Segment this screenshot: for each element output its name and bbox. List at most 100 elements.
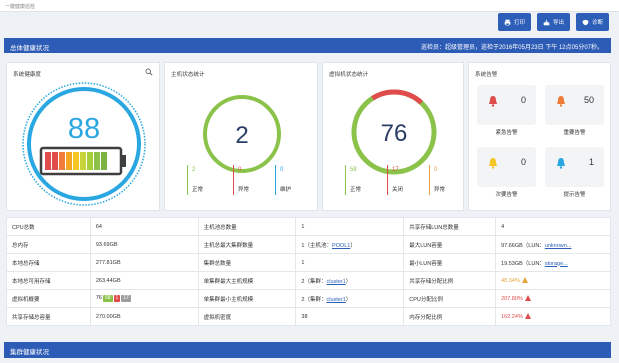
min-lun-cell: 19.53GB（LUN：storage... (495, 253, 611, 272)
max-cluster-cell: 1（主机池：POOL1） (295, 235, 405, 254)
host-stat-abnormal: 0 异常 (233, 165, 259, 195)
memory-ratio-label: 内存分配比例 (403, 307, 497, 326)
export-button[interactable]: 导出 (536, 13, 570, 31)
alarm-critical-label: 紧急告警 (495, 130, 518, 136)
system-health-card: 系统健康度 88 (6, 62, 160, 211)
max-host-scale-label: 单集群最大主机规模 (197, 271, 297, 290)
max-lun-cell: 97.66GB（LUN：unknown... (495, 235, 611, 254)
cluster-count-value: 1 (295, 253, 405, 272)
vm-stats-title: 虚拟机状态统计 (329, 72, 369, 78)
vm-stat-off: 17 关闭 (387, 165, 413, 195)
host-ring: 2 (203, 95, 281, 173)
shared-lun-count-value: 4 (495, 217, 611, 236)
shared-storage-total-label: 共享存储总容量 (6, 307, 91, 326)
cluster-count-label: 集群总数量 (197, 253, 297, 272)
alarm-major-label: 重要告警 (563, 130, 586, 136)
health-gauge: 88 (22, 82, 146, 206)
host-maint-label: 维护 (280, 187, 292, 193)
host-total: 2 (235, 122, 248, 149)
pool1-link[interactable]: POOL1 (332, 243, 350, 249)
system-health-title: 系统健康度 (13, 72, 41, 78)
min-lun-link[interactable]: storage... (545, 261, 568, 267)
host-stat-maintenance: 0 维护 (275, 165, 301, 195)
table-row: 本地总可用存储 263.44GB 单集群最大主机规模 2（集群：cluster1… (6, 271, 611, 290)
host-pool-count-value: 1 (295, 217, 405, 236)
local-storage-value: 277.81GB (89, 253, 199, 272)
alarm-info[interactable]: 1 (545, 147, 604, 187)
bell-icon-critical (489, 96, 497, 107)
vm-off-badge: 17 (121, 295, 131, 302)
breadcrumb: 一键健康巡检 (5, 4, 36, 10)
shared-storage-ratio-value: 48.34% (501, 278, 520, 284)
max-cluster-suffix: ） (350, 242, 356, 249)
vm-summary-label: 虚拟机概要 (6, 289, 91, 308)
max-lun-label: 最大LUN容量 (403, 235, 497, 254)
vm-total: 76 (381, 120, 408, 147)
vm-off-label: 关闭 (392, 187, 404, 193)
system-alarm-card: 系统告警 0 紧急告警 50 重要告警 0 次要告警 1 提示告警 (468, 62, 611, 211)
table-row: 共享存储总容量 270.00GB 虚拟机密度 38 内存分配比例 162.24% (6, 307, 611, 326)
search-icon[interactable] (145, 68, 153, 76)
cpu-total-value: 64 (89, 217, 199, 236)
cpu-ratio-label: CPU分配比例 (403, 289, 497, 308)
min-host-scale-suffix: ） (345, 296, 352, 303)
vm-density-value: 38 (295, 307, 405, 326)
vm-abnormal-value: 0 (434, 167, 438, 173)
vm-stat-normal: 58 正常 (345, 165, 371, 195)
alarm-major[interactable]: 50 (545, 85, 604, 125)
shield-icon (582, 19, 589, 25)
min-lun-prefix: 19.53GB（LUN： (501, 260, 545, 267)
memory-ratio-value: 162.24% (501, 314, 523, 320)
battery-icon (39, 146, 126, 176)
vm-stat-abnormal: 0 异常 (429, 165, 455, 195)
max-lun-prefix: 97.66GB（LUN： (501, 242, 545, 249)
alarm-info-label: 提示告警 (563, 192, 586, 198)
alarm-critical-value: 0 (520, 95, 526, 105)
vm-running-badge: 58 (102, 295, 113, 302)
bell-icon-minor (489, 158, 497, 169)
host-stat-normal: 2 正常 (187, 165, 213, 195)
vm-error-badge: 1 (113, 295, 121, 302)
shared-storage-ratio-label: 共享存储分配比例 (403, 271, 497, 290)
toolbar: 打印 导出 诊断 (497, 13, 609, 31)
alert-icon (524, 313, 531, 319)
alarm-minor[interactable]: 0 (477, 147, 536, 187)
cluster-health-header: 集群健康状况 (4, 342, 611, 358)
export-label: 导出 (552, 20, 564, 26)
total-memory-value: 93.69GB (89, 235, 199, 254)
local-free-storage-value: 263.44GB (89, 271, 199, 290)
print-button[interactable]: 打印 (497, 13, 531, 31)
min-lun-label: 最小LUN容量 (403, 253, 497, 272)
alarm-minor-label: 次要告警 (495, 192, 518, 198)
shared-storage-total-value: 270.00GB (89, 307, 199, 326)
max-host-scale-suffix: ） (345, 278, 352, 285)
alarm-info-value: 1 (588, 157, 594, 167)
diagnose-label: 诊断 (591, 20, 603, 26)
vm-normal-label: 正常 (350, 187, 362, 193)
cluster1-link-2[interactable]: cluster1 (326, 297, 345, 303)
system-alarm-title: 系统告警 (475, 72, 498, 78)
min-host-scale-label: 单集群最小主机规模 (197, 289, 297, 308)
host-stats-card: 主机状态统计 2 2 正常 0 异常 0 维护 (164, 62, 318, 211)
diagnose-button[interactable]: 诊断 (575, 13, 609, 31)
top-bar: 一键健康巡检 (0, 0, 619, 12)
cpu-ratio-value: 207.80% (501, 296, 523, 302)
export-icon (543, 19, 550, 25)
alarm-critical[interactable]: 0 (477, 85, 536, 125)
host-pool-count-label: 主机池总数量 (197, 217, 297, 236)
shared-lun-count-label: 共享存储LUN总数量 (403, 217, 497, 236)
host-normal-label: 正常 (192, 187, 204, 193)
vm-normal-value: 58 (350, 167, 357, 173)
inspector-info: 巡检员：超级管理员，巡检于2016年05月23日 下午 12点05分07秒。 (420, 45, 603, 51)
host-abnormal-value: 0 (238, 167, 242, 173)
vm-off-value: 17 (392, 167, 399, 173)
overview-cards: 系统健康度 88 主机状态统计 2 2 正常 0 异常 0 维护 虚拟机状态统计… (6, 62, 611, 212)
local-storage-label: 本地总存储 (6, 253, 91, 272)
vm-ring-off-arc (371, 89, 424, 105)
overall-health-title: 总体健康状况 (10, 45, 49, 52)
min-host-scale-cell: 2（集群：cluster1） (295, 289, 405, 308)
cluster1-link[interactable]: cluster1 (326, 279, 345, 285)
max-lun-link[interactable]: unknown... (545, 243, 572, 249)
cluster-health-title: 集群健康状况 (10, 349, 49, 356)
alarm-minor-value: 0 (520, 157, 526, 167)
